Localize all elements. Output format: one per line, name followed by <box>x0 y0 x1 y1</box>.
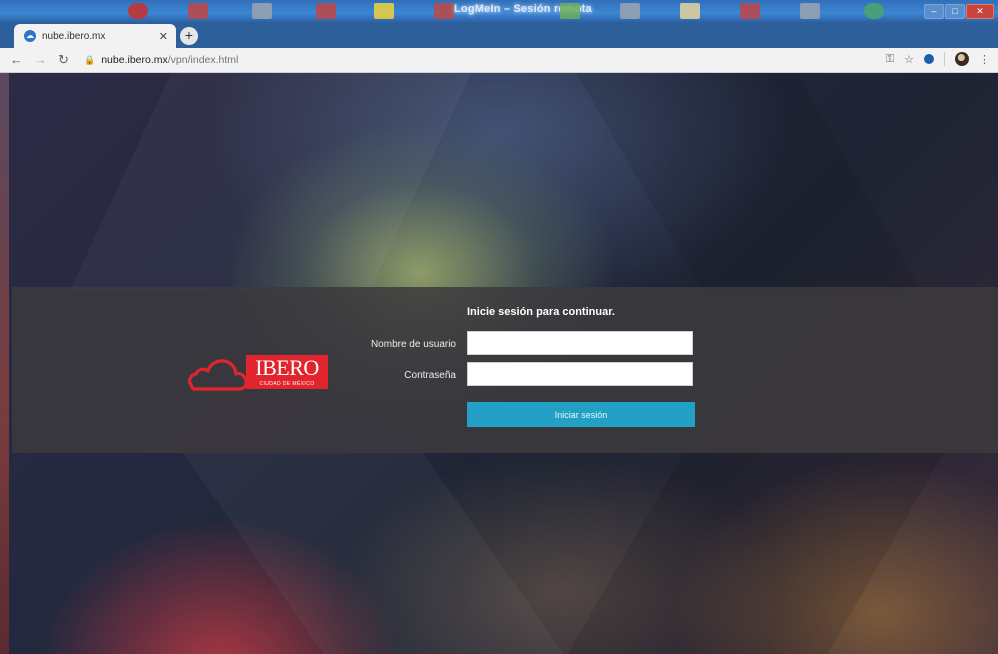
star-icon[interactable]: ☆ <box>904 53 914 66</box>
background-facet <box>182 453 578 654</box>
reload-icon[interactable]: ↻ <box>58 52 69 68</box>
taskbar-app-icon[interactable] <box>620 3 640 19</box>
back-arrow-icon[interactable]: ← <box>10 52 23 67</box>
browser-toolbar: ← → ↻ 🔒 nube.ibero.mx/vpn/index.html ⚿ ☆… <box>0 48 998 73</box>
ibero-wordmark: IBERO <box>255 355 319 380</box>
remote-session-taskbar: LogMeIn – Sesión remota – □ ✕ <box>0 0 998 22</box>
minimize-button[interactable]: – <box>924 4 944 19</box>
profile-avatar[interactable] <box>955 52 969 66</box>
taskbar-app-icon[interactable] <box>374 3 394 19</box>
taskbar-app-icon[interactable] <box>128 3 148 19</box>
taskbar-app-icon[interactable] <box>800 3 820 19</box>
site-favicon-icon: ☁ <box>24 30 36 42</box>
login-page: IBERO CIUDAD DE MÉXICO Inicie sesión par… <box>0 73 998 654</box>
menu-dots-icon[interactable]: ⋮ <box>979 53 990 66</box>
address-bar[interactable]: 🔒 nube.ibero.mx/vpn/index.html <box>84 51 874 69</box>
background-facet <box>576 73 924 293</box>
toolbar-divider <box>944 52 945 66</box>
ibero-logo: IBERO CIUDAD DE MÉXICO <box>188 351 348 393</box>
username-field[interactable] <box>467 331 693 355</box>
browser-tab-bar: ☁ nube.ibero.mx ✕ + <box>0 22 998 48</box>
taskbar-app-icon[interactable] <box>864 3 884 19</box>
address-url: nube.ibero.mx/vpn/index.html <box>101 54 239 66</box>
ibero-subtitle: CIUDAD DE MÉXICO <box>259 381 315 387</box>
background-facet <box>68 73 472 293</box>
taskbar-app-icon[interactable] <box>252 3 272 19</box>
login-panel: IBERO CIUDAD DE MÉXICO Inicie sesión par… <box>12 287 998 453</box>
window-controls: – □ ✕ <box>924 4 994 19</box>
toolbar-actions: ⚿ ☆ ⋮ <box>886 52 990 66</box>
password-field[interactable] <box>467 362 693 386</box>
forward-arrow-icon[interactable]: → <box>34 52 47 67</box>
tab-title: nube.ibero.mx <box>42 30 106 42</box>
browser-tab[interactable]: ☁ nube.ibero.mx ✕ <box>14 24 176 48</box>
close-window-button[interactable]: ✕ <box>966 4 994 19</box>
ibero-wordmark-box: IBERO CIUDAD DE MÉXICO <box>246 355 328 389</box>
login-button[interactable]: Iniciar sesión <box>467 402 695 427</box>
taskbar-app-icon[interactable] <box>560 3 580 19</box>
taskbar-app-icon[interactable] <box>188 3 208 19</box>
key-icon[interactable]: ⚿ <box>886 53 894 66</box>
maximize-button[interactable]: □ <box>945 4 965 19</box>
extension-icon[interactable] <box>924 54 934 64</box>
taskbar-app-icon[interactable] <box>316 3 336 19</box>
taskbar-app-icon[interactable] <box>434 3 454 19</box>
left-edge-strip <box>0 73 9 654</box>
taskbar-app-icon[interactable] <box>740 3 760 19</box>
background-facet <box>556 453 944 654</box>
cloud-logo-icon <box>188 359 248 391</box>
login-heading: Inicie sesión para continuar. <box>467 306 615 318</box>
password-label: Contraseña <box>404 370 456 381</box>
new-tab-button[interactable]: + <box>180 27 198 45</box>
tab-close-icon[interactable]: ✕ <box>159 30 168 43</box>
taskbar-app-icon[interactable] <box>680 3 700 19</box>
username-label: Nombre de usuario <box>370 339 456 350</box>
lock-icon: 🔒 <box>84 54 96 65</box>
